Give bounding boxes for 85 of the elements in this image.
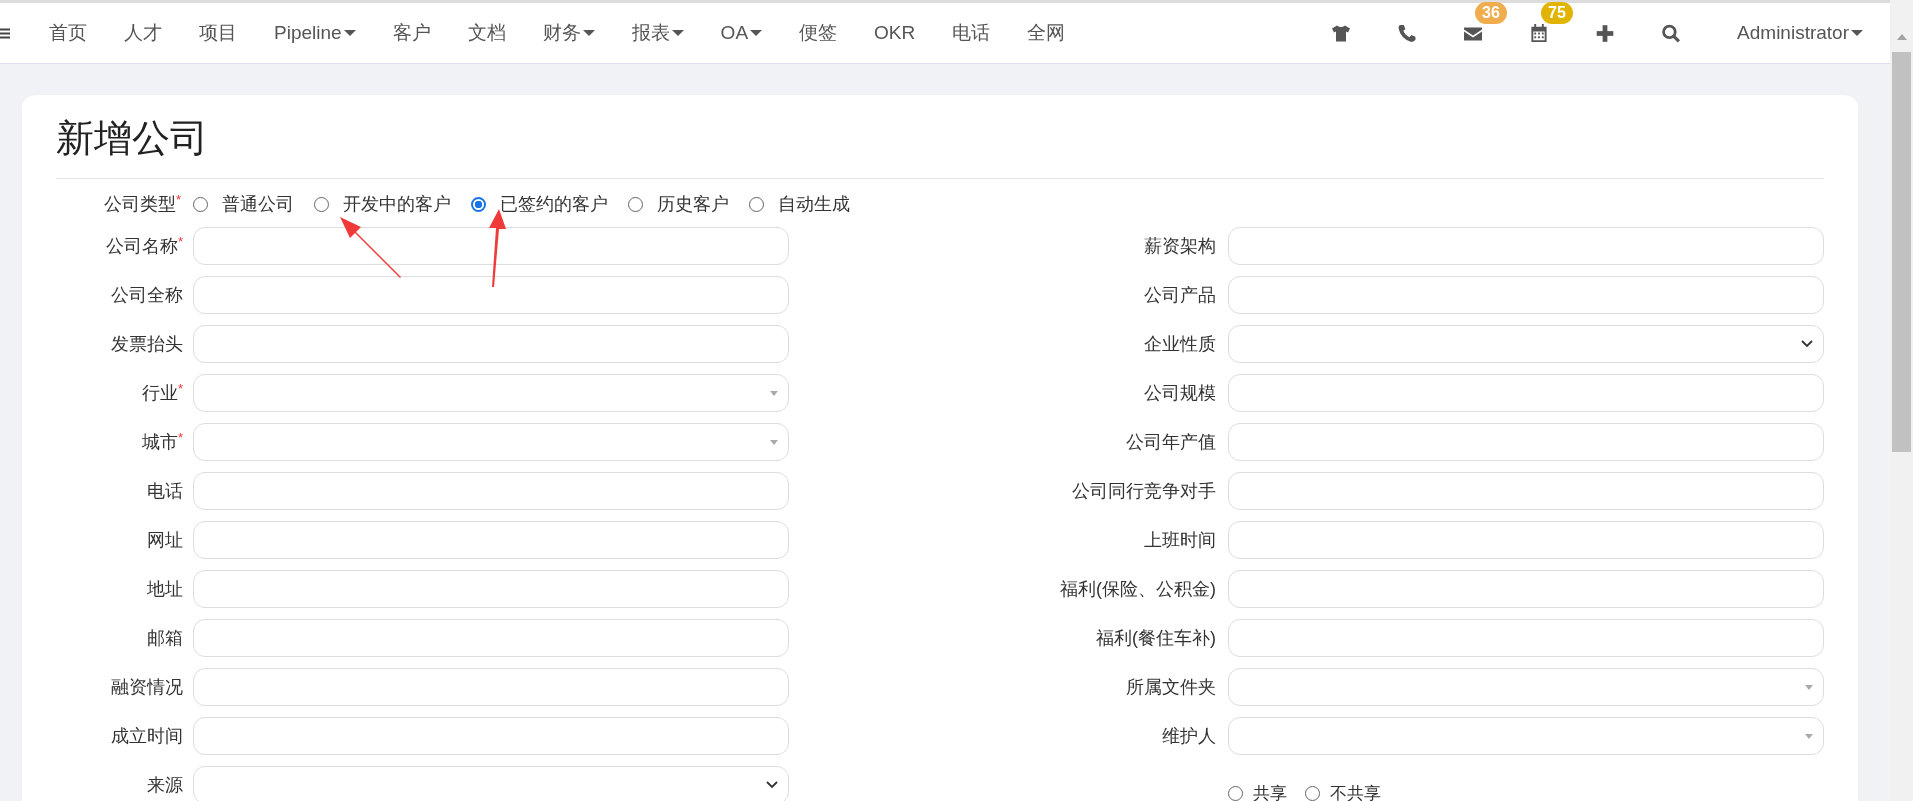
text-input[interactable] xyxy=(193,472,789,510)
annotation-arrow xyxy=(340,217,401,278)
count-badge: 75 xyxy=(1541,1,1573,24)
nav-menu-item[interactable]: 电话 xyxy=(952,20,991,46)
field-label: 成立时间 xyxy=(110,725,184,748)
text-input[interactable] xyxy=(1228,472,1824,510)
field-label: 公司类型* xyxy=(102,192,182,216)
nav-menu-item[interactable]: Pipeline xyxy=(274,22,356,44)
caret-icon xyxy=(770,439,778,445)
field-label: 来源 xyxy=(146,774,184,797)
nav-menu-item[interactable]: 便签 xyxy=(799,20,838,46)
text-input[interactable] xyxy=(193,668,789,706)
field-label: 公司年产值 xyxy=(1125,431,1217,454)
user-menu[interactable]: Administrator xyxy=(1737,22,1863,44)
field-label: 网址 xyxy=(146,529,184,552)
radio-option[interactable]: 开发中的客户 xyxy=(314,192,451,216)
radio-option[interactable]: 共享 xyxy=(1228,781,1287,801)
phone-icon[interactable] xyxy=(1397,23,1418,43)
field-label: 福利(餐住车补) xyxy=(1095,627,1217,650)
select-field[interactable] xyxy=(193,423,789,461)
count-badge: 36 xyxy=(1475,1,1507,24)
field-label: 城市* xyxy=(140,430,184,454)
field-label: 维护人 xyxy=(1161,725,1217,748)
text-input[interactable] xyxy=(1228,227,1824,265)
text-input[interactable] xyxy=(1228,374,1824,412)
field-label: 公司全称 xyxy=(110,284,184,307)
field-label: 企业性质 xyxy=(1143,333,1217,356)
shirt-icon[interactable] xyxy=(1331,23,1352,43)
plus-icon[interactable] xyxy=(1595,23,1616,43)
scrollbar[interactable] xyxy=(1890,0,1913,801)
text-input[interactable] xyxy=(193,521,789,559)
nav-menu-item[interactable]: 全网 xyxy=(1027,20,1066,46)
field-label: 公司产品 xyxy=(1143,284,1217,307)
caret-icon xyxy=(1805,733,1813,739)
chevron-down-icon xyxy=(766,781,778,789)
radio-option[interactable]: 已签约的客户 xyxy=(471,192,608,216)
search-icon[interactable] xyxy=(1661,23,1682,43)
nav-menu-item[interactable]: 文档 xyxy=(467,20,506,46)
caret-icon xyxy=(770,390,778,396)
field-label: 福利(保险、公积金) xyxy=(1059,578,1217,601)
nav-menu-item[interactable]: 项目 xyxy=(199,20,237,46)
text-input[interactable] xyxy=(193,717,789,755)
caret-icon xyxy=(1805,684,1813,690)
field-label: 行业* xyxy=(140,381,184,405)
calendar-icon[interactable] xyxy=(1529,23,1550,43)
nav-menu-item[interactable]: OA xyxy=(720,22,763,44)
text-input[interactable] xyxy=(1228,570,1824,608)
chevron-down-icon xyxy=(1801,340,1813,348)
scroll-up-icon[interactable] xyxy=(1896,34,1907,40)
form-title: 新增公司 xyxy=(56,116,209,161)
text-input[interactable] xyxy=(1228,276,1824,314)
nav-menu-item[interactable]: 人才 xyxy=(124,20,162,46)
field-label: 公司同行竞争对手 xyxy=(1071,480,1217,503)
text-input[interactable] xyxy=(193,619,789,657)
field-label: 薪资架构 xyxy=(1143,235,1217,258)
field-label: 发票抬头 xyxy=(110,333,184,356)
radio-option[interactable]: 历史客户 xyxy=(628,192,729,216)
text-input[interactable] xyxy=(1228,619,1824,657)
select-field[interactable] xyxy=(193,374,789,412)
text-input[interactable] xyxy=(193,227,789,265)
field-label: 融资情况 xyxy=(110,676,184,699)
select-field[interactable] xyxy=(1228,668,1824,706)
field-label: 公司名称* xyxy=(104,234,184,258)
text-input[interactable] xyxy=(193,325,789,363)
field-label: 公司规模 xyxy=(1143,382,1217,405)
text-input[interactable] xyxy=(193,276,789,314)
field-label: 上班时间 xyxy=(1143,529,1217,552)
nav-menu-item[interactable]: 报表 xyxy=(631,20,684,46)
field-label: 电话 xyxy=(146,480,184,503)
scrollbar-thumb[interactable] xyxy=(1892,52,1911,452)
text-input[interactable] xyxy=(1228,423,1824,461)
text-input[interactable] xyxy=(1228,521,1824,559)
nav-menu-item[interactable]: 首页 xyxy=(49,20,87,46)
radio-option[interactable]: 自动生成 xyxy=(749,192,850,216)
radio-option[interactable]: 不共享 xyxy=(1305,781,1381,801)
field-label: 地址 xyxy=(146,578,184,601)
radio-option[interactable]: 普通公司 xyxy=(193,192,294,216)
dropdown-field[interactable] xyxy=(1228,325,1824,363)
nav-menu-item[interactable]: OKR xyxy=(874,22,916,44)
text-input[interactable] xyxy=(193,570,789,608)
nav-menu-item[interactable]: 客户 xyxy=(392,20,431,46)
nav-menu-item[interactable]: 财务 xyxy=(542,20,595,46)
field-label: 邮箱 xyxy=(146,627,184,650)
select-field[interactable] xyxy=(1228,717,1824,755)
field-label: 所属文件夹 xyxy=(1125,676,1217,699)
